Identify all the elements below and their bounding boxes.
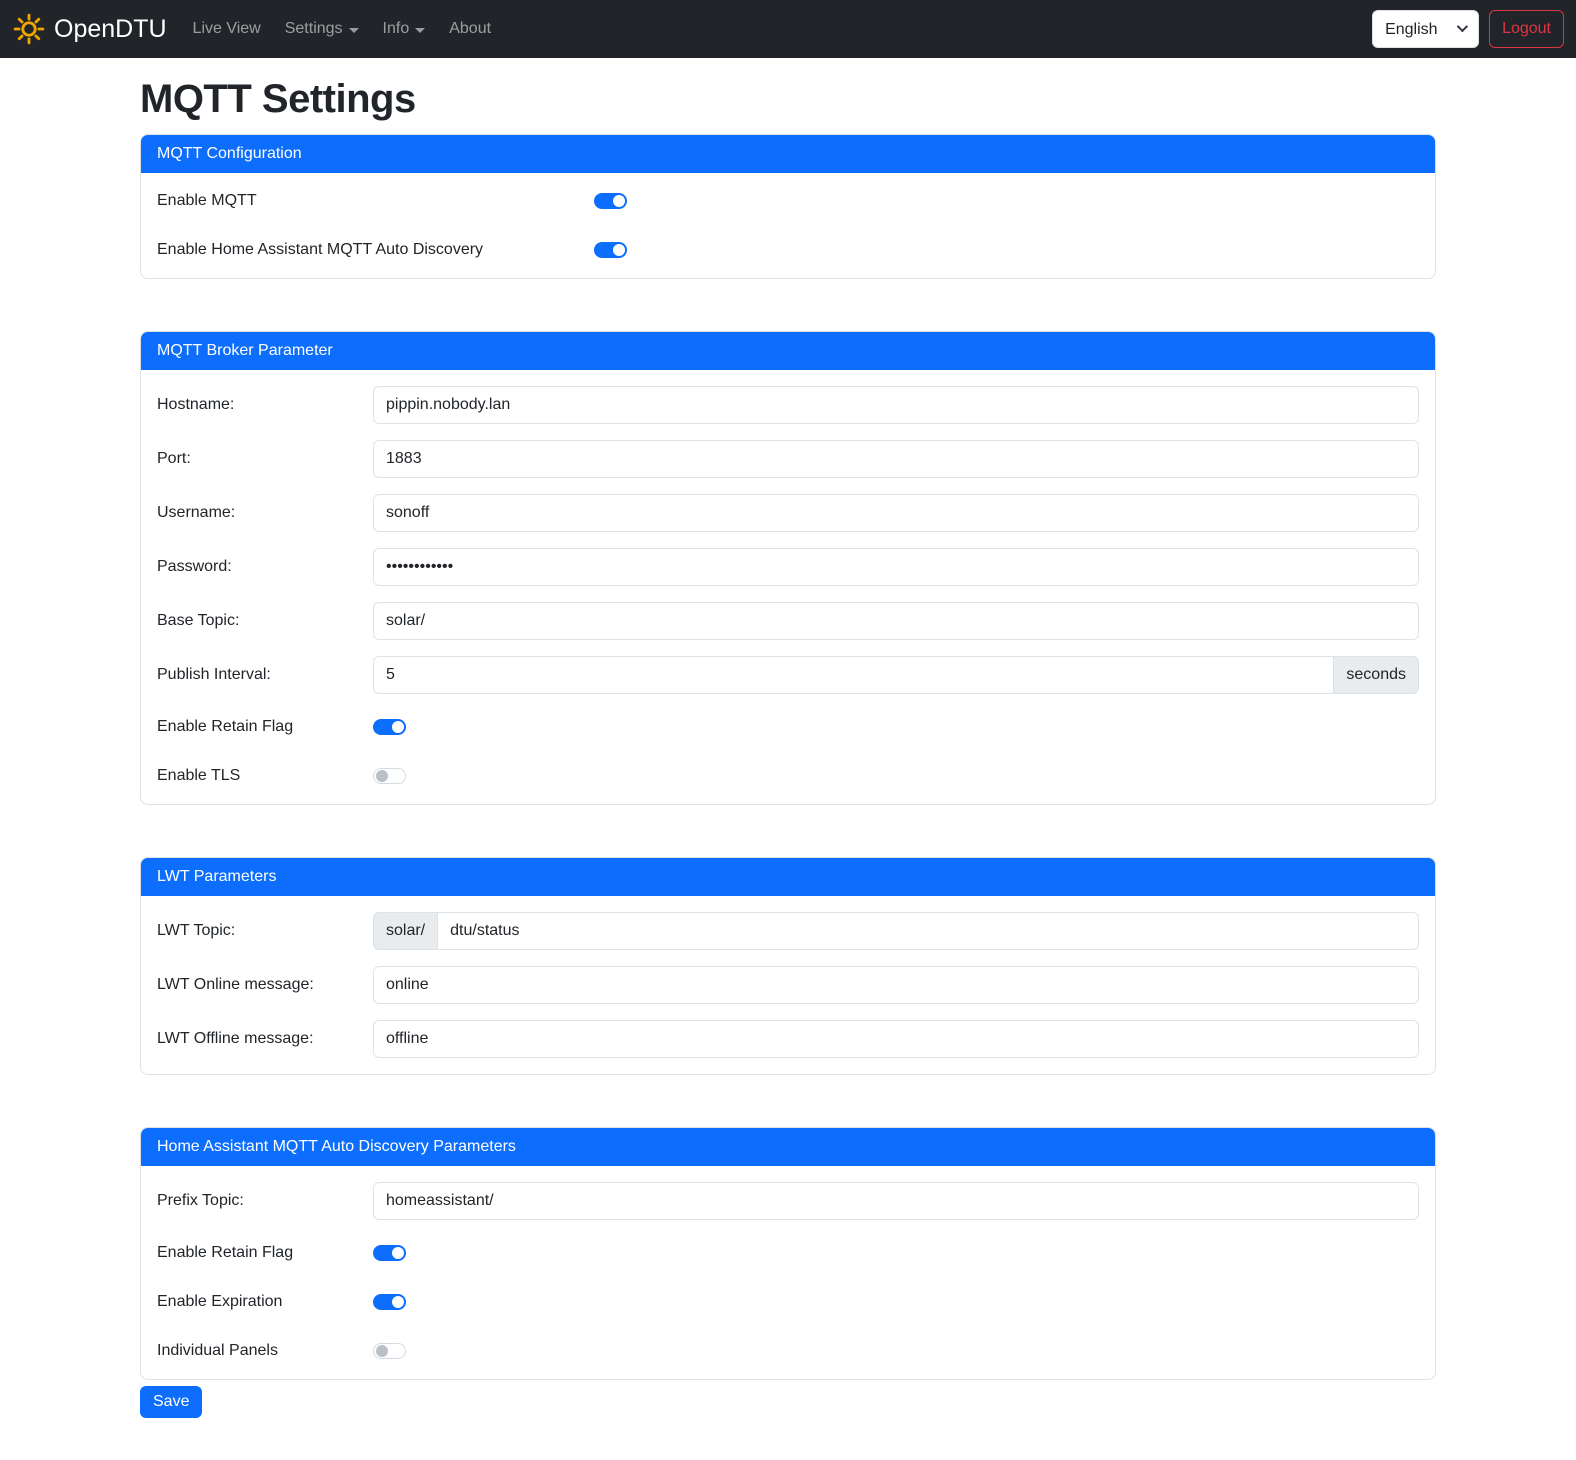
username-row: Username: — [157, 494, 1419, 532]
lwt-online-input[interactable] — [373, 966, 1419, 1004]
retain-flag-switch[interactable] — [373, 719, 406, 735]
enable-mqtt-row: Enable MQTT — [157, 189, 1419, 213]
enable-mqtt-label: Enable MQTT — [157, 189, 594, 213]
card-body: LWT Topic: solar/ LWT Online message: LW… — [141, 896, 1435, 1074]
publish-interval-label: Publish Interval: — [157, 663, 373, 687]
individual-panels-row: Individual Panels — [157, 1339, 1419, 1363]
prefix-topic-row: Prefix Topic: — [157, 1182, 1419, 1220]
hass-discovery-card: Home Assistant MQTT Auto Discovery Param… — [140, 1127, 1436, 1380]
retain-flag-label: Enable Retain Flag — [157, 715, 373, 739]
hass-retain-row: Enable Retain Flag — [157, 1241, 1419, 1265]
card-header: Home Assistant MQTT Auto Discovery Param… — [141, 1128, 1435, 1166]
base-topic-label: Base Topic: — [157, 609, 373, 633]
hostname-label: Hostname: — [157, 393, 373, 417]
enable-ha-discovery-row: Enable Home Assistant MQTT Auto Discover… — [157, 238, 1419, 262]
main-container: MQTT Settings MQTT Configuration Enable … — [128, 77, 1448, 1440]
nav-item-label: Settings — [285, 20, 343, 38]
port-label: Port: — [157, 447, 373, 471]
enable-tls-switch[interactable] — [373, 768, 406, 784]
hass-retain-switch[interactable] — [373, 1245, 406, 1261]
base-topic-input[interactable] — [373, 602, 1419, 640]
card-body: Prefix Topic: Enable Retain Flag Enable … — [141, 1166, 1435, 1379]
brand-title: OpenDTU — [54, 17, 167, 42]
card-body: Enable MQTT Enable Home Assistant MQTT A… — [141, 173, 1435, 278]
nav-links: Live View Settings Info About — [181, 12, 504, 46]
top-navbar: OpenDTU Live View Settings Info About En… — [0, 0, 1576, 58]
logout-button[interactable]: Logout — [1489, 10, 1564, 48]
base-topic-row: Base Topic: — [157, 602, 1419, 640]
nav-item-settings[interactable]: Settings — [273, 12, 371, 46]
save-button[interactable]: Save — [140, 1386, 202, 1418]
individual-panels-switch[interactable] — [373, 1343, 406, 1359]
mqtt-configuration-card: MQTT Configuration Enable MQTT Enable Ho… — [140, 134, 1436, 279]
card-header: MQTT Configuration — [141, 135, 1435, 173]
enable-tls-label: Enable TLS — [157, 764, 373, 788]
publish-interval-input[interactable] — [373, 656, 1334, 694]
lwt-offline-input[interactable] — [373, 1020, 1419, 1058]
language-select-wrap: English — [1372, 10, 1479, 48]
hostname-input[interactable] — [373, 386, 1419, 424]
lwt-card: LWT Parameters LWT Topic: solar/ LWT Onl… — [140, 857, 1436, 1075]
card-header: MQTT Broker Parameter — [141, 332, 1435, 370]
lwt-topic-input[interactable] — [437, 912, 1419, 950]
lwt-topic-group: solar/ — [373, 912, 1419, 950]
username-label: Username: — [157, 501, 373, 525]
username-input[interactable] — [373, 494, 1419, 532]
password-row: Password: — [157, 548, 1419, 586]
publish-interval-row: Publish Interval: seconds — [157, 656, 1419, 694]
publish-interval-group: seconds — [373, 656, 1419, 694]
individual-panels-label: Individual Panels — [157, 1339, 373, 1363]
password-label: Password: — [157, 555, 373, 579]
nav-item-label: About — [449, 20, 491, 38]
nav-item-about[interactable]: About — [437, 12, 503, 46]
hostname-row: Hostname: — [157, 386, 1419, 424]
lwt-topic-row: LWT Topic: solar/ — [157, 912, 1419, 950]
lwt-topic-label: LWT Topic: — [157, 919, 373, 943]
caret-down-icon — [415, 28, 425, 33]
nav-item-label: Live View — [193, 20, 261, 38]
lwt-online-row: LWT Online message: — [157, 966, 1419, 1004]
hass-retain-label: Enable Retain Flag — [157, 1241, 373, 1265]
port-input[interactable] — [373, 440, 1419, 478]
caret-down-icon — [349, 28, 359, 33]
prefix-topic-input[interactable] — [373, 1182, 1419, 1220]
enable-mqtt-switch[interactable] — [594, 193, 627, 209]
card-body: Hostname: Port: Username: Password: Base… — [141, 370, 1435, 804]
enable-tls-row: Enable TLS — [157, 764, 1419, 788]
lwt-offline-row: LWT Offline message: — [157, 1020, 1419, 1058]
language-select[interactable]: English — [1372, 10, 1479, 48]
lwt-online-label: LWT Online message: — [157, 973, 373, 997]
card-header: LWT Parameters — [141, 858, 1435, 896]
nav-item-info[interactable]: Info — [371, 12, 438, 46]
hass-expiration-label: Enable Expiration — [157, 1290, 373, 1314]
retain-flag-row: Enable Retain Flag — [157, 715, 1419, 739]
mqtt-broker-card: MQTT Broker Parameter Hostname: Port: Us… — [140, 331, 1436, 805]
enable-ha-discovery-label: Enable Home Assistant MQTT Auto Discover… — [157, 238, 594, 262]
prefix-topic-label: Prefix Topic: — [157, 1189, 373, 1213]
lwt-offline-label: LWT Offline message: — [157, 1027, 373, 1051]
lwt-topic-prefix-addon: solar/ — [373, 912, 437, 950]
seconds-addon: seconds — [1334, 656, 1419, 694]
hass-expiration-switch[interactable] — [373, 1294, 406, 1310]
brand[interactable]: OpenDTU — [12, 12, 167, 46]
nav-item-label: Info — [383, 20, 410, 38]
password-input[interactable] — [373, 548, 1419, 586]
port-row: Port: — [157, 440, 1419, 478]
hass-expiration-row: Enable Expiration — [157, 1290, 1419, 1314]
sun-logo-icon — [12, 12, 46, 46]
page-title: MQTT Settings — [140, 77, 1436, 122]
enable-ha-discovery-switch[interactable] — [594, 242, 627, 258]
nav-item-live-view[interactable]: Live View — [181, 12, 273, 46]
